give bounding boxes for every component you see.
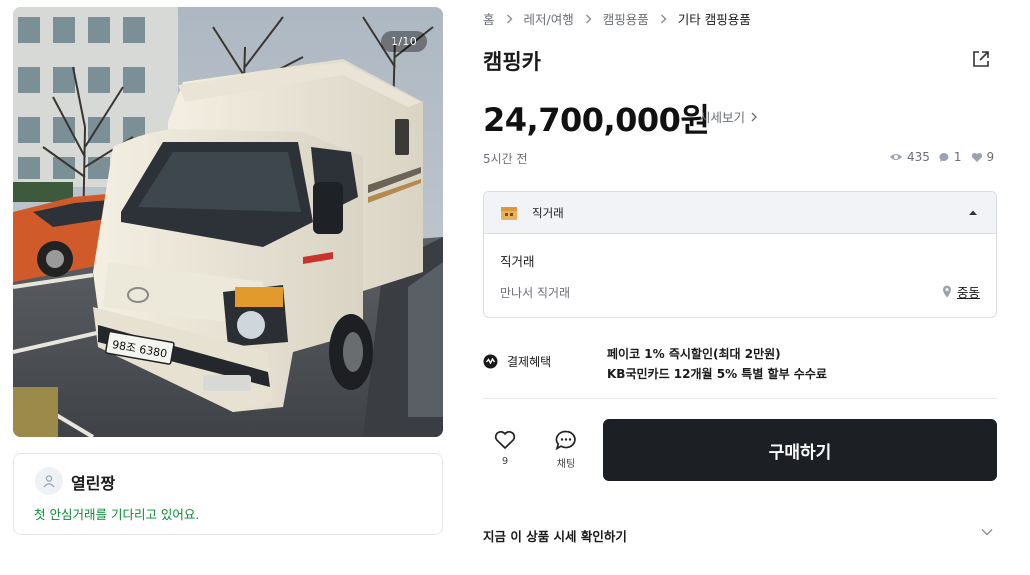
payment-benefits: 페이코 1% 즉시할인(최대 2만원) KB국민카드 12개월 5% 특별 할부… xyxy=(607,344,827,384)
chevron-right-icon xyxy=(751,112,757,121)
chat-button[interactable]: 채팅 xyxy=(549,430,583,470)
likes-stat: 9 xyxy=(971,150,995,164)
product-title: 캠핑카 xyxy=(483,50,541,74)
payment-benefit-label: 결제혜택 xyxy=(483,353,551,370)
share-icon xyxy=(973,51,989,67)
deal-method: 만나서 직거래 xyxy=(500,286,571,300)
chevron-right-icon xyxy=(585,14,592,24)
views-stat: 435 xyxy=(889,150,930,164)
deal-method-header[interactable]: 직거래 xyxy=(484,192,996,234)
safe-deal-message: 첫 안심거래를 기다리고 있어요. xyxy=(34,507,200,522)
buy-button[interactable]: 구매하기 xyxy=(603,419,997,481)
box-icon xyxy=(501,206,517,220)
eye-icon xyxy=(890,154,902,160)
benefit-line: 페이코 1% 즉시할인(최대 2만원) xyxy=(607,347,781,361)
seller-name[interactable]: 열린짱 xyxy=(71,470,115,494)
photo-counter: 1/10 xyxy=(381,31,427,52)
market-price-check-row[interactable]: 지금 이 상품 시세 확인하기 xyxy=(483,518,997,552)
breadcrumb-item-home[interactable]: 홈 xyxy=(483,9,495,28)
caret-up-icon[interactable] xyxy=(968,209,978,216)
posted-time: 5시간 전 xyxy=(483,152,528,166)
seller-card[interactable]: 열린짱 첫 안심거래를 기다리고 있어요. xyxy=(13,453,443,535)
share-button[interactable] xyxy=(970,48,992,70)
breadcrumb-item-leisure[interactable]: 레저/여행 xyxy=(524,9,574,28)
avatar[interactable] xyxy=(35,467,63,495)
benefit-line: KB국민카드 12개월 5% 특별 할부 수수료 xyxy=(607,367,827,381)
views-count: 435 xyxy=(907,150,930,164)
deal-location: 중동 xyxy=(956,285,980,300)
likes-count: 9 xyxy=(986,150,995,164)
deal-header-label: 직거래 xyxy=(532,205,564,220)
camper-van-image: 98조 6380 xyxy=(13,7,443,437)
breadcrumb-item-current[interactable]: 기타 캠핑용품 xyxy=(678,9,751,28)
chats-stat: 1 xyxy=(939,150,962,164)
product-price: 24,700,000원 xyxy=(483,101,710,139)
section-divider xyxy=(483,398,997,399)
chevron-right-icon xyxy=(506,14,513,24)
heart-icon xyxy=(971,152,982,162)
chevron-down-icon xyxy=(981,529,993,536)
chat-bubble-icon xyxy=(555,430,576,450)
deal-location-link[interactable]: 중동 xyxy=(942,282,980,301)
market-price-link[interactable]: 시세보기 xyxy=(699,107,757,126)
heart-icon xyxy=(494,430,516,449)
chat-label: 채팅 xyxy=(556,459,576,470)
location-pin-icon xyxy=(942,285,951,298)
market-check-label: 지금 이 상품 시세 확인하기 xyxy=(483,528,627,544)
like-button[interactable]: 9 xyxy=(489,430,521,467)
market-price-label: 시세보기 xyxy=(699,110,746,125)
person-icon xyxy=(43,475,55,488)
payment-icon xyxy=(483,354,498,369)
chats-count: 1 xyxy=(953,150,962,164)
like-count: 9 xyxy=(501,456,509,467)
chevron-right-icon xyxy=(660,14,667,24)
breadcrumb-item-camping[interactable]: 캠핑용품 xyxy=(603,9,649,28)
deal-type: 직거래 xyxy=(500,254,535,269)
payment-label-text: 결제혜택 xyxy=(507,355,552,369)
product-stats: 435 1 9 xyxy=(889,150,994,164)
product-photo[interactable]: 98조 6380 1/10 xyxy=(13,7,443,437)
chat-bubble-icon xyxy=(939,152,949,162)
breadcrumb: 홈 레저/여행 캠핑용품 기타 캠핑용품 xyxy=(483,9,751,28)
deal-method-panel: 직거래 직거래 만나서 직거래 중동 xyxy=(483,191,997,318)
